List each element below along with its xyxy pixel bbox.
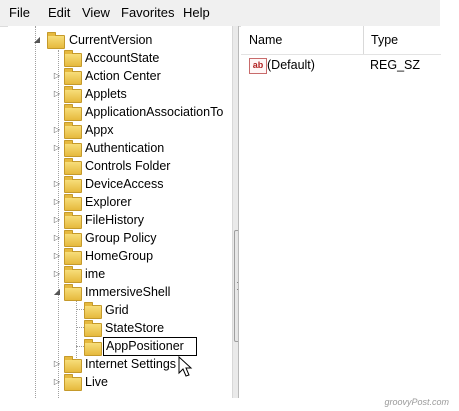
collapse-arrow-icon[interactable]: ◢ [32, 35, 42, 45]
collapse-arrow-icon[interactable]: ◢ [52, 287, 62, 297]
expand-arrow-icon[interactable]: ▷ [52, 89, 62, 99]
folder-icon [64, 356, 82, 373]
folder-icon [64, 122, 82, 139]
expand-arrow-icon[interactable]: ▷ [52, 71, 62, 81]
folder-icon [64, 140, 82, 157]
folder-icon [64, 374, 82, 391]
expand-arrow-icon[interactable]: ▷ [52, 143, 62, 153]
folder-icon [64, 104, 82, 121]
key-tree-pane[interactable]: ◢ CurrentVersion AccountState ▷ Action C… [8, 26, 239, 398]
folder-open-icon [47, 32, 65, 49]
tree-guide-line [35, 26, 36, 398]
registry-editor-window: File Edit View Favorites Help ◢ CurrentV… [0, 0, 459, 411]
expand-arrow-icon[interactable]: ▷ [52, 251, 62, 261]
column-header-name[interactable]: Name [241, 26, 364, 54]
folder-icon [64, 212, 82, 229]
tree-scrollbar[interactable] [232, 26, 238, 398]
folder-icon [84, 302, 102, 319]
expand-arrow-icon[interactable]: ▷ [52, 125, 62, 135]
value-row[interactable]: ab (Default) REG_SZ [241, 56, 441, 76]
values-list-pane[interactable]: Name Type ab (Default) REG_SZ [241, 26, 441, 398]
value-type: REG_SZ [370, 58, 421, 72]
expand-arrow-icon[interactable]: ▷ [52, 197, 62, 207]
folder-icon [64, 266, 82, 283]
mouse-cursor-icon [178, 356, 193, 377]
expand-arrow-icon[interactable]: ▷ [52, 377, 62, 387]
menu-view[interactable]: View [82, 5, 110, 20]
tree-node-new-key-editing[interactable] [84, 337, 204, 356]
menu-edit[interactable]: Edit [48, 5, 70, 20]
string-value-icon: ab [249, 58, 267, 74]
grip-icon [237, 282, 238, 290]
expand-arrow-icon[interactable]: ▷ [52, 359, 62, 369]
expand-arrow-icon[interactable]: ▷ [52, 179, 62, 189]
menu-file[interactable]: File [9, 5, 30, 20]
column-header-type[interactable]: Type [363, 26, 441, 54]
folder-icon [84, 339, 102, 356]
tree-node-currentversion[interactable]: ◢ CurrentVersion [32, 31, 232, 49]
expand-arrow-icon[interactable]: ▷ [52, 269, 62, 279]
folder-icon [64, 50, 82, 67]
menu-bar: File Edit View Favorites Help [0, 0, 440, 27]
header-divider [241, 54, 441, 55]
value-name: (Default) [267, 58, 315, 72]
folder-icon [84, 320, 102, 337]
folder-icon [64, 230, 82, 247]
folder-icon [64, 68, 82, 85]
watermark-text: groovyPost.com [384, 397, 449, 407]
folder-icon [64, 158, 82, 175]
folder-open-icon [64, 284, 82, 301]
menu-help[interactable]: Help [183, 5, 210, 20]
expand-arrow-icon[interactable]: ▷ [52, 215, 62, 225]
folder-icon [64, 176, 82, 193]
folder-icon [64, 86, 82, 103]
scrollbar-thumb[interactable] [234, 230, 238, 342]
rename-key-input[interactable] [103, 337, 197, 356]
folder-icon [64, 194, 82, 211]
menu-favorites[interactable]: Favorites [121, 5, 174, 20]
folder-icon [64, 248, 82, 265]
expand-arrow-icon[interactable]: ▷ [52, 233, 62, 243]
